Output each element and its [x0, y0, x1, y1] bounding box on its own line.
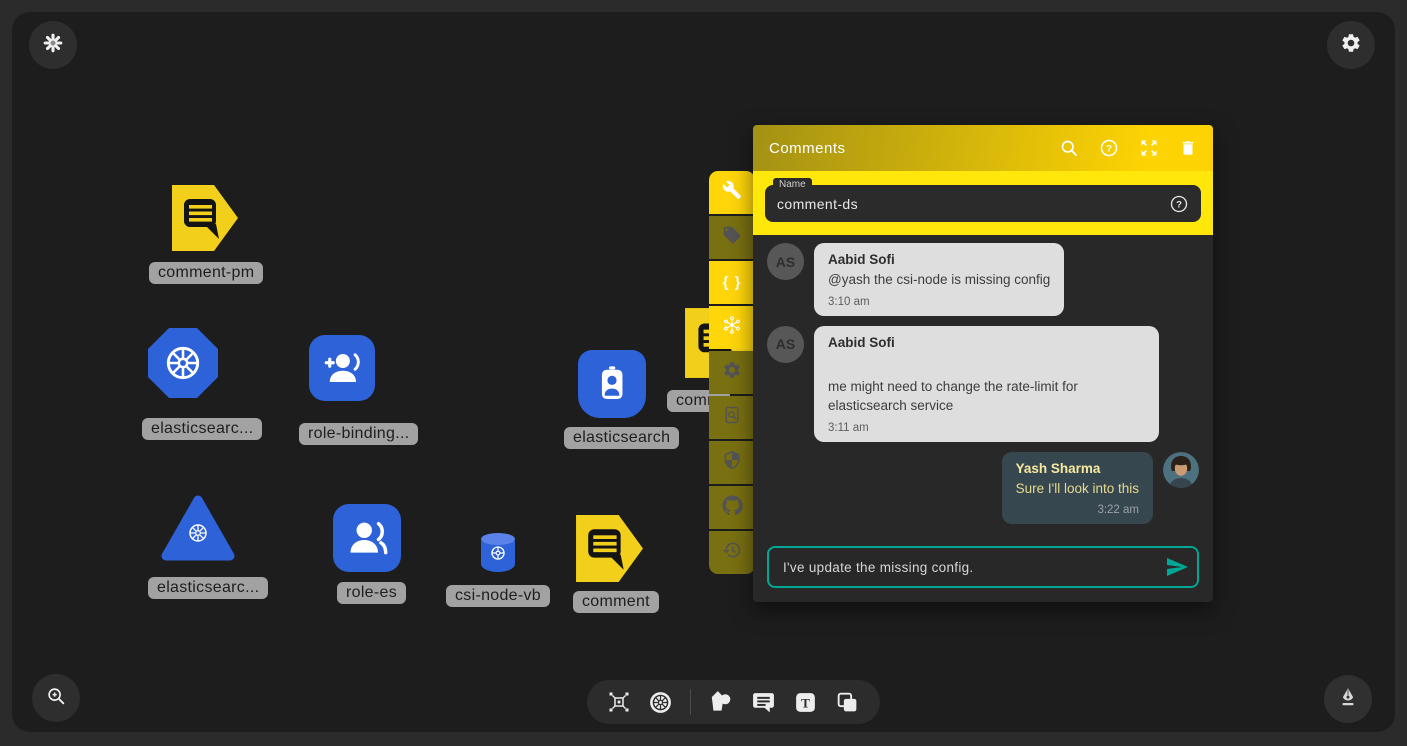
message-time: 3:22 am	[1016, 504, 1139, 516]
search-icon[interactable]	[1059, 138, 1079, 158]
toolbar-shield-button[interactable]	[709, 441, 755, 484]
node-role-binding[interactable]: role-binding...	[309, 335, 375, 401]
message-text: me might need to change the rate-limit f…	[828, 377, 1145, 416]
comment-node-icon	[573, 512, 646, 585]
node-label: role-es	[337, 582, 406, 604]
text-tool-icon[interactable]: T	[793, 690, 818, 715]
role-icon	[333, 504, 401, 572]
text-tool-glyph: T	[801, 695, 810, 710]
node-label: csi-node-vb	[446, 585, 550, 607]
name-field-label: Name	[773, 178, 812, 191]
comments-thread[interactable]: AS Aabid Sofi @yash the csi-node is miss…	[753, 235, 1213, 602]
role-binding-icon	[309, 335, 375, 401]
name-input[interactable]	[777, 196, 1169, 212]
name-field-strip: Name ?	[753, 171, 1213, 235]
message-author: Aabid Sofi	[828, 335, 1145, 350]
node-label: elasticsearc...	[142, 418, 262, 440]
shield-icon	[722, 450, 742, 475]
comment-node-icon	[169, 182, 241, 254]
node-comment-pm[interactable]: comment-pm	[169, 182, 241, 259]
flower-icon	[42, 32, 64, 59]
node-label: comment-pm	[149, 262, 263, 284]
kubernetes-octagon-icon	[148, 328, 218, 398]
message-row: Yash Sharma Sure I'll look into this 3:2…	[767, 452, 1199, 525]
node-elasticsearch-triangle[interactable]: elasticsearc...	[160, 491, 236, 572]
message-gap	[828, 353, 1145, 377]
pen-nib-icon	[1337, 686, 1359, 713]
node-elasticsearch-sa[interactable]: elasticsearch	[578, 350, 646, 418]
github-icon	[722, 495, 743, 521]
pen-tool-button[interactable]	[1324, 675, 1372, 723]
app-logo-button[interactable]	[29, 21, 77, 69]
gear-icon	[722, 360, 742, 385]
hub-icon	[721, 314, 743, 341]
wrench-icon	[722, 180, 742, 205]
history-icon	[722, 540, 742, 565]
storage-cylinder-icon	[481, 534, 515, 572]
send-icon[interactable]	[1165, 555, 1189, 579]
node-label: role-binding...	[299, 423, 418, 445]
trash-icon[interactable]	[1179, 139, 1197, 157]
message-bubble: Aabid Sofi me might need to change the r…	[814, 326, 1159, 442]
comments-panel-header[interactable]: Comments ?	[753, 125, 1213, 171]
zoom-in-icon	[45, 685, 67, 712]
circuit-icon[interactable]	[607, 690, 631, 714]
avatar-initials: AS	[767, 326, 804, 363]
node-elasticsearch-octagon[interactable]: elasticsearc...	[148, 328, 218, 398]
comments-panel: Comments ? Name ? AS Aabid Sofi @yash th…	[753, 125, 1213, 602]
toolbar-braces-button[interactable]: { }	[709, 261, 755, 304]
kubernetes-icon[interactable]	[648, 690, 673, 715]
toolbar-hub-button[interactable]	[709, 306, 755, 349]
field-help-icon[interactable]: ?	[1169, 194, 1189, 214]
node-label: elasticsearch	[564, 427, 679, 449]
name-field[interactable]: Name ?	[765, 185, 1201, 222]
image-tool-icon[interactable]	[835, 690, 860, 715]
message-bubble: Aabid Sofi @yash the csi-node is missing…	[814, 243, 1064, 316]
message-time: 3:10 am	[828, 296, 1050, 308]
zoom-button[interactable]	[32, 674, 80, 722]
expand-icon[interactable]	[1139, 138, 1159, 158]
toolbar-tag-button[interactable]	[709, 216, 755, 259]
toolbar-wrench-button[interactable]	[709, 171, 755, 214]
bottom-dock: T	[587, 680, 880, 724]
dock-divider	[690, 689, 691, 715]
message-bubble: Yash Sharma Sure I'll look into this 3:2…	[1002, 452, 1153, 525]
kubernetes-triangle-icon	[160, 491, 236, 567]
toolbar-history-button[interactable]	[709, 531, 755, 574]
avatar-initials: AS	[767, 243, 804, 280]
help-icon[interactable]: ?	[1099, 138, 1119, 158]
panel-title: Comments	[769, 140, 1039, 157]
node-role-es[interactable]: role-es	[333, 504, 401, 572]
avatar-photo	[1163, 452, 1199, 488]
settings-button[interactable]	[1327, 21, 1375, 69]
message-author: Aabid Sofi	[828, 252, 1050, 267]
message-text: @yash the csi-node is missing config	[828, 270, 1050, 290]
message-text: Sure I'll look into this	[1016, 479, 1139, 499]
help-glyph: ?	[1106, 144, 1112, 155]
doc-search-icon	[722, 405, 742, 430]
node-label: comment	[573, 591, 659, 613]
design-canvas[interactable]: comment-pm elasticsearc... role-binding.…	[12, 12, 1395, 732]
tag-icon	[722, 225, 742, 250]
node-comment[interactable]: comment	[573, 512, 646, 590]
message-author: Yash Sharma	[1016, 461, 1139, 476]
window-frame: comment-pm elasticsearc... role-binding.…	[0, 0, 1407, 746]
message-row: AS Aabid Sofi me might need to change th…	[767, 326, 1199, 442]
node-csi-node-vb[interactable]: csi-node-vb	[481, 534, 515, 572]
comment-tool-icon[interactable]	[751, 690, 776, 715]
comment-composer	[767, 546, 1199, 588]
message-row: AS Aabid Sofi @yash the csi-node is miss…	[767, 243, 1199, 316]
braces-icon: { }	[723, 274, 742, 291]
toolbar-gear-button[interactable]	[709, 351, 755, 394]
gear-icon	[1340, 32, 1362, 59]
toolbar-github-button[interactable]	[709, 486, 755, 529]
shapes-icon[interactable]	[708, 689, 734, 715]
message-time: 3:11 am	[828, 422, 1145, 434]
help-glyph: ?	[1176, 199, 1182, 210]
node-label: elasticsearc...	[148, 577, 268, 599]
toolbar-doc-search-button[interactable]	[709, 396, 755, 439]
comment-input[interactable]	[767, 546, 1199, 588]
element-toolbar: { }	[709, 171, 755, 574]
service-account-icon	[578, 350, 646, 418]
